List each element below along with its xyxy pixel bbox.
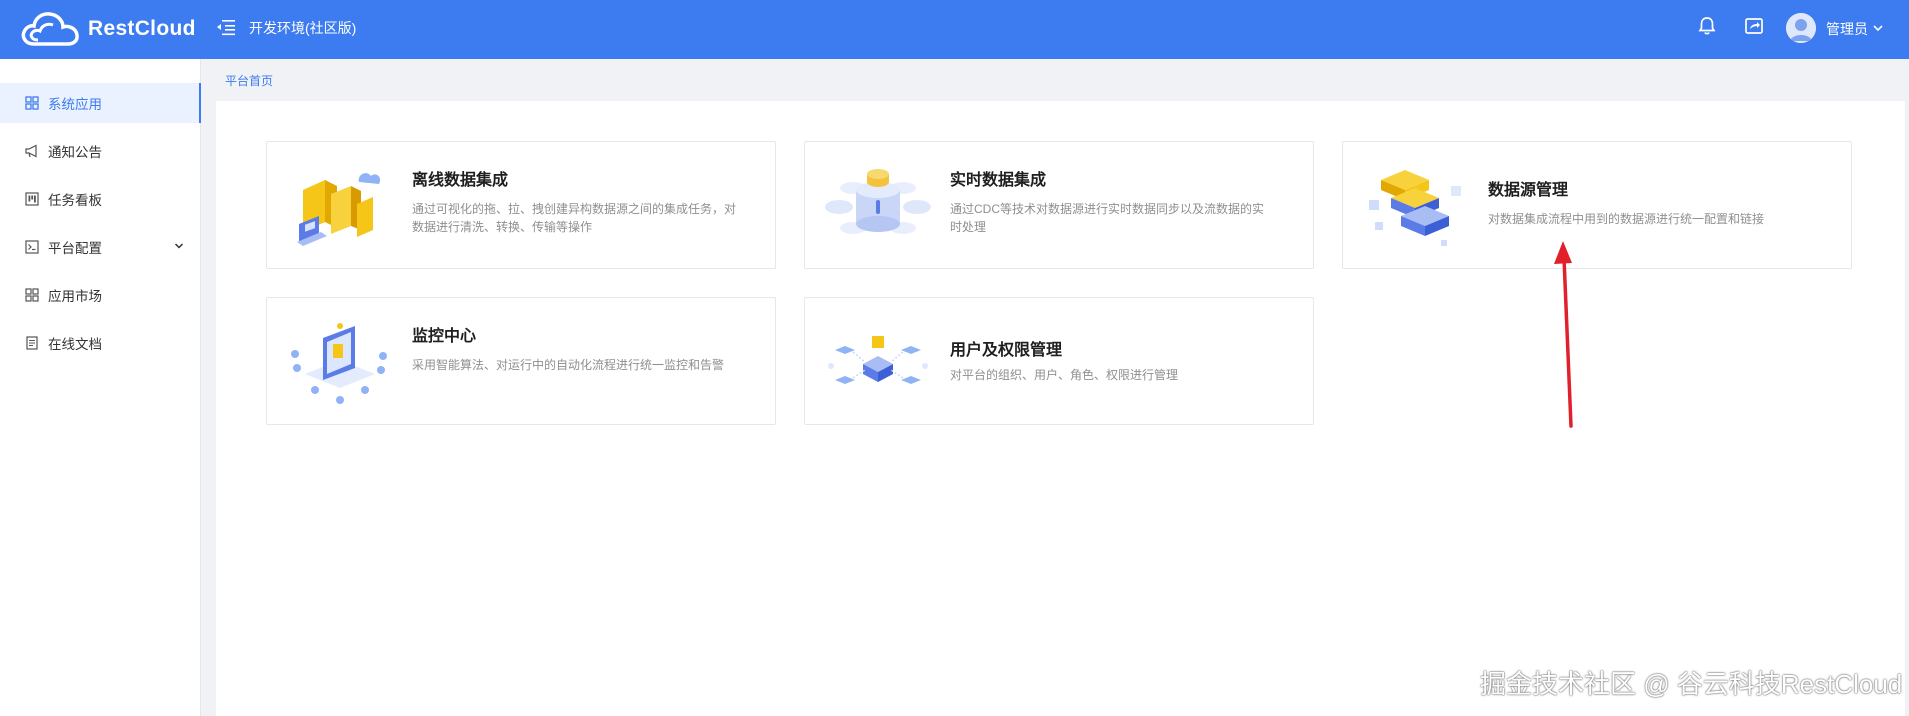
datasource-illustration <box>1369 170 1461 246</box>
chevron-down-icon[interactable] <box>174 241 184 251</box>
sidebar-item-label: 通知公告 <box>48 145 102 160</box>
card-title: 用户及权限管理 <box>950 342 1063 359</box>
logo[interactable]: RestCloud <box>20 8 196 50</box>
megaphone-icon <box>25 144 37 158</box>
sidebar-item-app-market[interactable]: 应用市场 <box>0 275 200 315</box>
sidebar-item-label: 应用市场 <box>48 289 102 304</box>
sidebar-item-online-docs[interactable]: 在线文档 <box>0 323 200 363</box>
user-name[interactable]: 管理员 <box>1826 19 1868 39</box>
card-desc: 对数据集成流程中用到的数据源进行统一配置和链接 <box>1488 212 1765 226</box>
card-desc: 采用智能算法、对运行中的自动化流程进行统一监控和告警 <box>412 358 725 372</box>
grid-icon <box>25 288 39 302</box>
card-desc: 通过可视化的拖、拉、拽创建异构数据源之间的集成任务，对数据进行清洗、转换、传输等… <box>412 202 737 234</box>
caret-down-icon[interactable] <box>1872 22 1884 34</box>
kanban-icon <box>25 192 39 206</box>
sidebar-item-label: 平台配置 <box>48 241 102 256</box>
avatar[interactable] <box>1786 13 1816 43</box>
realtime-illustration <box>825 169 931 234</box>
share-icon[interactable] <box>1743 15 1765 37</box>
sidebar-item-platform-config[interactable]: 平台配置 <box>0 227 200 267</box>
document-icon <box>26 336 38 350</box>
monitor-illustration <box>291 323 387 404</box>
annotation-arrow-icon <box>1554 241 1573 428</box>
menu-fold-icon[interactable] <box>216 17 236 37</box>
card-title: 监控中心 <box>412 328 477 345</box>
sidebar-item-system-apps[interactable]: 系统应用 <box>0 83 201 123</box>
top-header: RestCloud 开发环境(社区版) 管理员 <box>0 0 1909 59</box>
card-user-permission-management[interactable]: 用户及权限管理 对平台的组织、用户、角色、权限进行管理 <box>804 297 1314 425</box>
users-illustration <box>828 336 928 384</box>
card-realtime-integration[interactable]: 实时数据集成 通过CDC等技术对数据源进行实时数据同步以及流数据的实时处理 <box>804 141 1314 269</box>
user-avatar-icon <box>1786 13 1816 43</box>
card-desc: 通过CDC等技术对数据源进行实时数据同步以及流数据的实时处理 <box>950 202 1265 234</box>
card-datasource-management[interactable]: 数据源管理 对数据集成流程中用到的数据源进行统一配置和链接 <box>1342 141 1852 269</box>
etl-illustration <box>297 173 381 246</box>
sidebar-item-label: 系统应用 <box>48 97 102 112</box>
breadcrumb[interactable]: 平台首页 <box>225 72 273 89</box>
grid-icon <box>25 96 39 110</box>
card-title: 实时数据集成 <box>950 172 1047 189</box>
sidebar-item-task-board[interactable]: 任务看板 <box>0 179 200 219</box>
bell-icon[interactable] <box>1696 15 1718 37</box>
main-content: 离线数据集成 通过可视化的拖、拉、拽创建异构数据源之间的集成任务，对数据进行清洗… <box>216 101 1905 716</box>
sidebar-item-label: 任务看板 <box>48 193 102 208</box>
watermark: 掘金技术社区 @ 谷云科技RestCloud <box>1480 669 1903 699</box>
card-desc: 对平台的组织、用户、角色、权限进行管理 <box>950 368 1179 382</box>
card-title: 离线数据集成 <box>412 172 509 189</box>
card-monitoring-center[interactable]: 监控中心 采用智能算法、对运行中的自动化流程进行统一监控和告警 <box>266 297 776 425</box>
sidebar-item-label: 在线文档 <box>48 337 102 352</box>
environment-title[interactable]: 开发环境(社区版) <box>249 18 356 38</box>
sidebar: 系统应用 通知公告 任务看板 平台配置 应用市场 在线文档 <box>0 59 201 716</box>
logo-text: RestCloud <box>88 17 196 40</box>
card-title: 数据源管理 <box>1488 182 1569 199</box>
terminal-icon <box>25 240 39 254</box>
cloud-logo-icon <box>21 12 79 46</box>
card-offline-integration[interactable]: 离线数据集成 通过可视化的拖、拉、拽创建异构数据源之间的集成任务，对数据进行清洗… <box>266 141 776 269</box>
sidebar-item-notices[interactable]: 通知公告 <box>0 131 200 171</box>
